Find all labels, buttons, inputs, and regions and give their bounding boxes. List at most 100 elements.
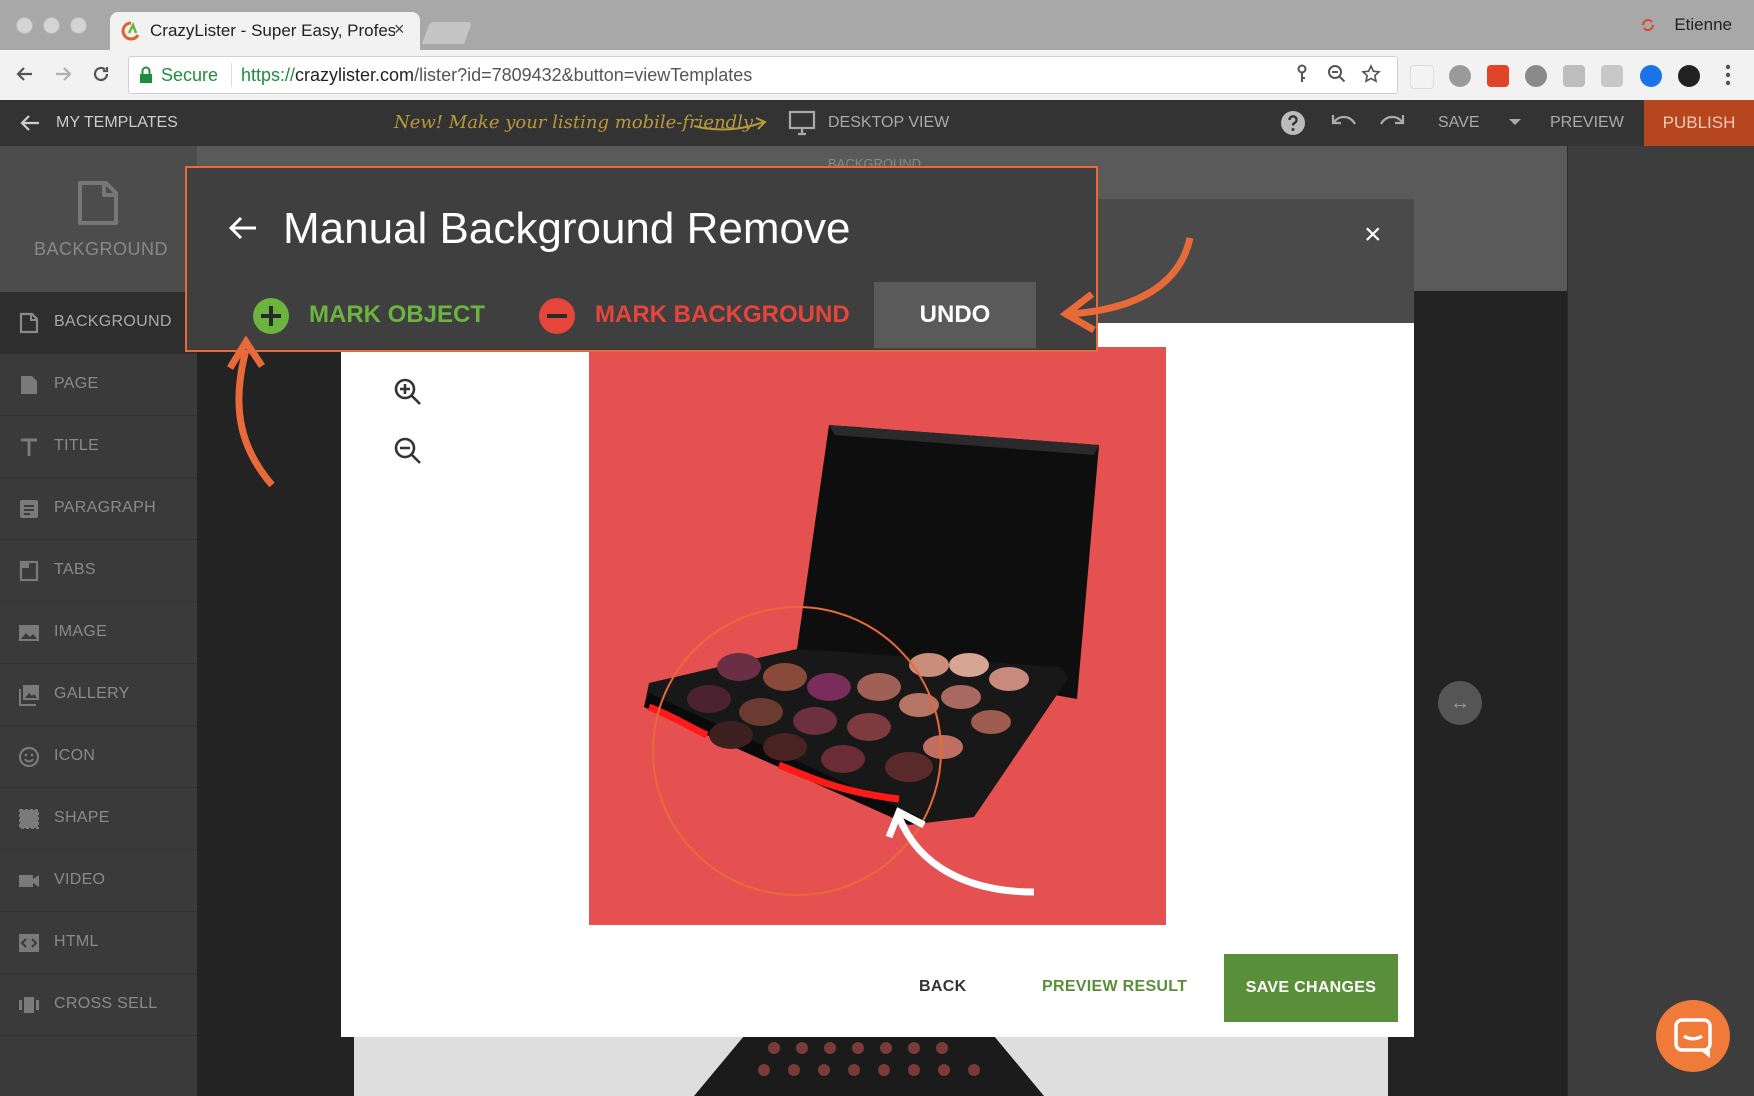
address-bar[interactable]: Secure https://crazylister.com/lister?id…: [128, 56, 1398, 94]
panel-title: Manual Background Remove: [283, 204, 851, 253]
search-extension-icon[interactable]: [1640, 65, 1662, 87]
back-button[interactable]: BACK: [919, 978, 966, 996]
zoom-in-icon[interactable]: [393, 377, 423, 407]
promo-arrow-icon: [692, 114, 768, 134]
mark-background-minus-icon[interactable]: [539, 298, 575, 334]
todoist-extension-icon[interactable]: [1487, 65, 1509, 87]
reload-icon[interactable]: [90, 63, 112, 85]
window-zoom-dot[interactable]: [70, 17, 87, 34]
key-icon[interactable]: [1293, 64, 1311, 84]
window-minimize-dot[interactable]: [43, 17, 60, 34]
lock-icon: [139, 66, 153, 84]
product-photo-editor[interactable]: [589, 347, 1166, 925]
help-icon[interactable]: [1280, 110, 1306, 136]
undo-button[interactable]: UNDO: [874, 282, 1036, 348]
secure-label: Secure: [161, 65, 219, 85]
chat-extension-icon[interactable]: [1449, 65, 1471, 87]
sidebar-item-label: CROSS SELL: [54, 995, 158, 1012]
sidebar-item-label: ICON: [54, 747, 96, 764]
video-icon: [19, 875, 39, 887]
sync-icon: [1640, 17, 1656, 33]
manual-bg-remove-toolbar: Manual Background Remove MARK OBJECT MAR…: [185, 166, 1098, 352]
sidebar-item-video[interactable]: VIDEO: [0, 850, 197, 912]
zoom-out-icon[interactable]: [393, 436, 423, 466]
sidebar-item-label: TABS: [54, 561, 96, 578]
window-close-dot[interactable]: [16, 17, 33, 34]
browser-menu-icon[interactable]: [1724, 64, 1732, 86]
title-icon: [21, 438, 37, 456]
background-large-icon: [74, 179, 122, 227]
back-arrow-icon[interactable]: [14, 63, 36, 85]
sidebar-item-label: IMAGE: [54, 623, 108, 640]
my-templates-back-icon[interactable]: [18, 112, 42, 134]
mark-object-button[interactable]: MARK OBJECT: [309, 301, 485, 329]
sidebar-item-tabs[interactable]: TABS: [0, 540, 197, 602]
canvas-right-gutter: [1568, 146, 1754, 1096]
smiley-icon: [18, 746, 40, 768]
save-dropdown-caret-icon[interactable]: [1508, 118, 1522, 126]
bookmark-star-icon[interactable]: [1361, 64, 1381, 84]
ebay-extension-icon[interactable]: [1410, 65, 1434, 89]
html-icon: [19, 934, 39, 952]
publish-button[interactable]: PUBLISH: [1644, 100, 1754, 146]
template-preview-strip: [354, 1036, 1388, 1096]
sidebar-current-element: BACKGROUND: [0, 146, 197, 292]
desktop-view-toggle[interactable]: DESKTOP VIEW: [828, 114, 949, 132]
sidebar-item-label: PARAGRAPH: [54, 499, 156, 516]
mark-background-button[interactable]: MARK BACKGROUND: [595, 301, 850, 329]
mark-object-plus-icon[interactable]: [253, 298, 289, 334]
resize-handle-icon[interactable]: ↔: [1438, 681, 1482, 725]
sidebar-item-label: TITLE: [54, 437, 100, 454]
omnibox-divider: [231, 63, 232, 87]
save-button[interactable]: SAVE: [1438, 114, 1480, 132]
cross-sell-icon: [19, 997, 39, 1013]
sidebar-item-cross-sell[interactable]: CROSS SELL: [0, 974, 197, 1036]
background-icon: [19, 312, 39, 334]
sidebar-item-icon[interactable]: ICON: [0, 726, 197, 788]
intercom-chat-button[interactable]: [1656, 1000, 1730, 1072]
sidebar-item-paragraph[interactable]: PARAGRAPH: [0, 478, 197, 540]
annotation-arrow-right-icon: [1058, 234, 1198, 334]
panel-back-arrow-icon[interactable]: [227, 214, 259, 242]
modal-close-icon[interactable]: ×: [1364, 218, 1382, 252]
camera-extension-icon[interactable]: [1678, 65, 1700, 87]
sidebar-item-gallery[interactable]: GALLERY: [0, 664, 197, 726]
my-templates-link[interactable]: MY TEMPLATES: [56, 114, 178, 132]
sidebar-item-background[interactable]: BACKGROUND: [0, 292, 197, 354]
sidebar-item-label: PAGE: [54, 375, 99, 392]
sidebar-item-html[interactable]: HTML: [0, 912, 197, 974]
drive-extension-icon[interactable]: [1601, 65, 1623, 87]
image-icon: [19, 625, 39, 641]
sidebar-item-label: SHAPE: [54, 809, 110, 826]
element-sidebar: BACKGROUND BACKGROUND PAGE TITLE PARAGRA…: [0, 146, 197, 1096]
spy-extension-icon[interactable]: [1525, 65, 1547, 87]
tab-close-icon[interactable]: ×: [394, 19, 405, 40]
url-path: /lister?id=7809432&button=viewTemplates: [414, 65, 753, 85]
gallery-icon: [19, 685, 39, 706]
preview-button[interactable]: PREVIEW: [1550, 114, 1624, 132]
shape-icon: [19, 809, 39, 829]
browser-addressbar-row: Secure https://crazylister.com/lister?id…: [0, 50, 1754, 101]
sidebar-item-label: GALLERY: [54, 685, 130, 702]
sidebar-item-image[interactable]: IMAGE: [0, 602, 197, 664]
url-text[interactable]: https://crazylister.com/lister?id=780943…: [241, 65, 752, 86]
sidebar-item-shape[interactable]: SHAPE: [0, 788, 197, 850]
profile-name[interactable]: Etienne: [1674, 15, 1732, 35]
redo-icon[interactable]: [1378, 112, 1406, 132]
zoom-out-icon[interactable]: [1327, 64, 1347, 84]
annotation-arrow-left-icon: [222, 330, 292, 490]
desktop-monitor-icon[interactable]: [788, 110, 816, 136]
save-changes-button[interactable]: SAVE CHANGES: [1224, 954, 1398, 1022]
browser-tab[interactable]: CrazyLister - Super Easy, Professional ×: [110, 12, 420, 50]
page-icon: [21, 376, 37, 394]
url-host: crazylister.com: [295, 65, 415, 85]
preview-result-button[interactable]: PREVIEW RESULT: [1042, 978, 1187, 996]
sidebar-item-page[interactable]: PAGE: [0, 354, 197, 416]
new-tab-button[interactable]: [421, 22, 473, 44]
stats-extension-icon[interactable]: [1563, 65, 1585, 87]
sidebar-item-title[interactable]: TITLE: [0, 416, 197, 478]
forward-arrow-icon[interactable]: [52, 63, 74, 85]
app-toolbar: MY TEMPLATES New! Make your listing mobi…: [0, 100, 1754, 146]
undo-icon[interactable]: [1330, 112, 1358, 132]
sidebar-item-label: HTML: [54, 933, 99, 950]
